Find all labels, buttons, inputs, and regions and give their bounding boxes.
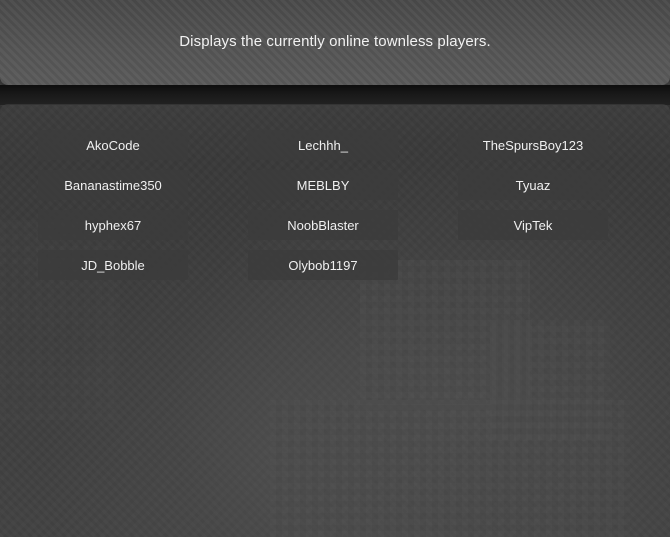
player-button[interactable]: Olybob1197: [248, 250, 398, 280]
player-button[interactable]: MEBLBY: [248, 170, 398, 200]
player-button[interactable]: JD_Bobble: [38, 250, 188, 280]
player-button[interactable]: Bananastime350: [38, 170, 188, 200]
player-button[interactable]: NoobBlaster: [248, 210, 398, 240]
player-button[interactable]: AkoCode: [38, 130, 188, 160]
page-header: Displays the currently online townless p…: [0, 0, 670, 85]
player-button[interactable]: Lechhh_: [248, 130, 398, 160]
player-button[interactable]: hyphex67: [38, 210, 188, 240]
player-button[interactable]: VipTek: [458, 210, 608, 240]
player-list: AkoCode Lechhh_ TheSpursBoy123 Bananasti…: [38, 130, 608, 280]
player-button[interactable]: TheSpursBoy123: [458, 130, 608, 160]
header-divider: [0, 85, 670, 105]
page-description: Displays the currently online townless p…: [179, 33, 491, 50]
player-button[interactable]: Tyuaz: [458, 170, 608, 200]
